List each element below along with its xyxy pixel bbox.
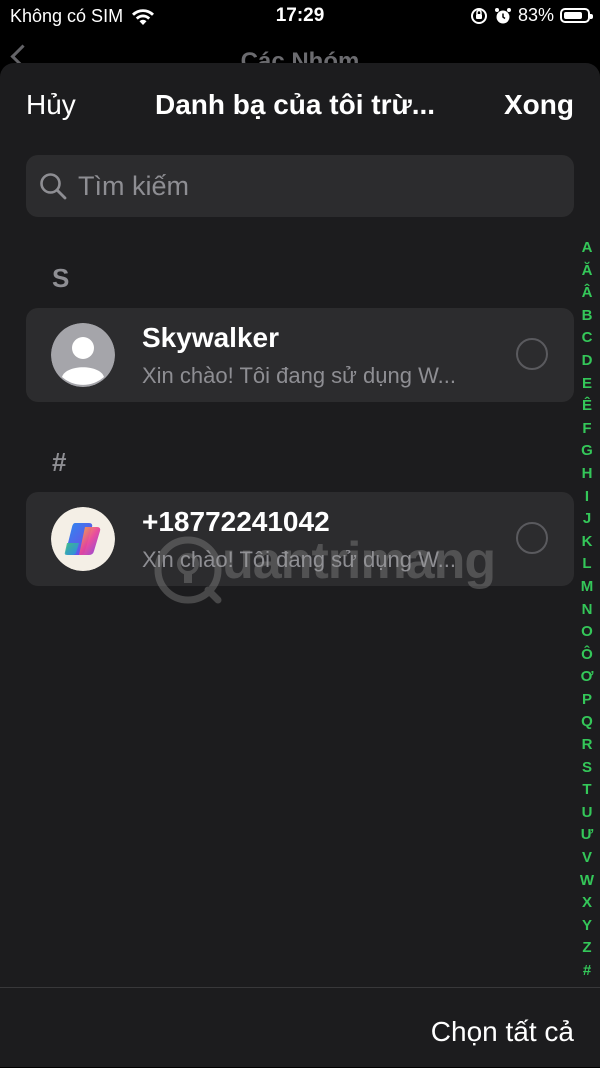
index-letter[interactable]: Ơ xyxy=(581,666,594,689)
index-letter[interactable]: P xyxy=(582,689,592,712)
index-letter[interactable]: D xyxy=(582,350,593,373)
contact-row[interactable]: Skywalker Xin chào! Tôi đang sử dụng W..… xyxy=(26,308,574,402)
bottom-toolbar: Chọn tất cả xyxy=(0,987,600,1068)
alarm-icon xyxy=(494,7,511,23)
index-letter[interactable]: W xyxy=(580,870,594,893)
index-letter[interactable]: N xyxy=(582,599,593,622)
cancel-button[interactable]: Hủy xyxy=(26,89,76,121)
index-letter[interactable]: J xyxy=(583,508,591,531)
index-letter[interactable]: U xyxy=(582,802,593,825)
index-letter[interactable]: O xyxy=(581,621,593,644)
index-letter[interactable]: M xyxy=(581,576,594,599)
search-bar[interactable] xyxy=(26,155,574,217)
index-letter[interactable]: B xyxy=(582,305,593,328)
index-letter[interactable]: V xyxy=(582,847,592,870)
index-letter[interactable]: Ă xyxy=(582,260,593,283)
index-letter[interactable]: Ô xyxy=(581,644,593,667)
select-radio[interactable] xyxy=(516,522,548,554)
done-button[interactable]: Xong xyxy=(504,89,574,121)
watermark-text: uantrimang xyxy=(222,532,496,590)
alphabet-index[interactable]: A Ă Â B C D E Ê F G H I J K L M N O Ô Ơ P Q R S T U Ư V W X Y Z # xyxy=(580,237,594,983)
orientation-lock-icon xyxy=(470,7,487,24)
contact-name: Skywalker xyxy=(142,322,279,353)
select-all-button[interactable]: Chọn tất cả xyxy=(431,1016,574,1048)
status-bar: Không có SIM 17:29 83% xyxy=(0,0,600,34)
index-letter[interactable]: X xyxy=(582,892,592,915)
index-letter[interactable]: H xyxy=(582,463,593,486)
contact-status: Xin chào! Tôi đang sử dụng W... xyxy=(142,363,456,388)
index-letter[interactable]: G xyxy=(581,440,593,463)
index-letter[interactable]: E xyxy=(582,373,592,396)
index-letter[interactable]: # xyxy=(583,960,591,983)
sheet-nav-bar: Hủy Danh bạ của tôi trừ... Xong xyxy=(0,63,600,153)
battery-tip xyxy=(590,14,593,19)
battery-percent: 83% xyxy=(517,5,554,25)
section-header-s: S xyxy=(52,263,70,293)
battery-icon xyxy=(560,8,593,23)
index-letter[interactable]: K xyxy=(582,531,593,554)
index-letter[interactable]: Â xyxy=(582,282,593,305)
index-letter[interactable]: Ư xyxy=(581,824,593,847)
index-letter[interactable]: S xyxy=(582,757,592,780)
index-letter[interactable]: C xyxy=(582,327,593,350)
index-letter[interactable]: R xyxy=(582,734,593,757)
index-letter[interactable]: A xyxy=(582,237,593,260)
contact-picker-sheet: Hủy Danh bạ của tôi trừ... Xong S Skywal… xyxy=(0,63,600,1067)
select-radio[interactable] xyxy=(516,338,548,370)
battery-fill xyxy=(564,12,583,19)
search-icon xyxy=(40,173,67,200)
status-right: 83% xyxy=(470,5,593,26)
section-header-hash: # xyxy=(52,447,67,477)
index-letter[interactable]: T xyxy=(582,779,591,802)
index-letter[interactable]: Z xyxy=(582,937,591,960)
index-letter[interactable]: L xyxy=(582,553,591,576)
index-letter[interactable]: F xyxy=(582,418,591,441)
index-letter[interactable]: Q xyxy=(581,711,593,734)
sheet-title: Danh bạ của tôi trừ... xyxy=(155,89,436,120)
index-letter[interactable]: Y xyxy=(582,915,592,938)
index-letter[interactable]: I xyxy=(585,486,589,509)
copilot-logo-icon xyxy=(51,507,115,571)
default-person-icon xyxy=(51,323,115,387)
search-input[interactable] xyxy=(76,169,560,203)
index-letter[interactable]: Ê xyxy=(582,395,592,418)
